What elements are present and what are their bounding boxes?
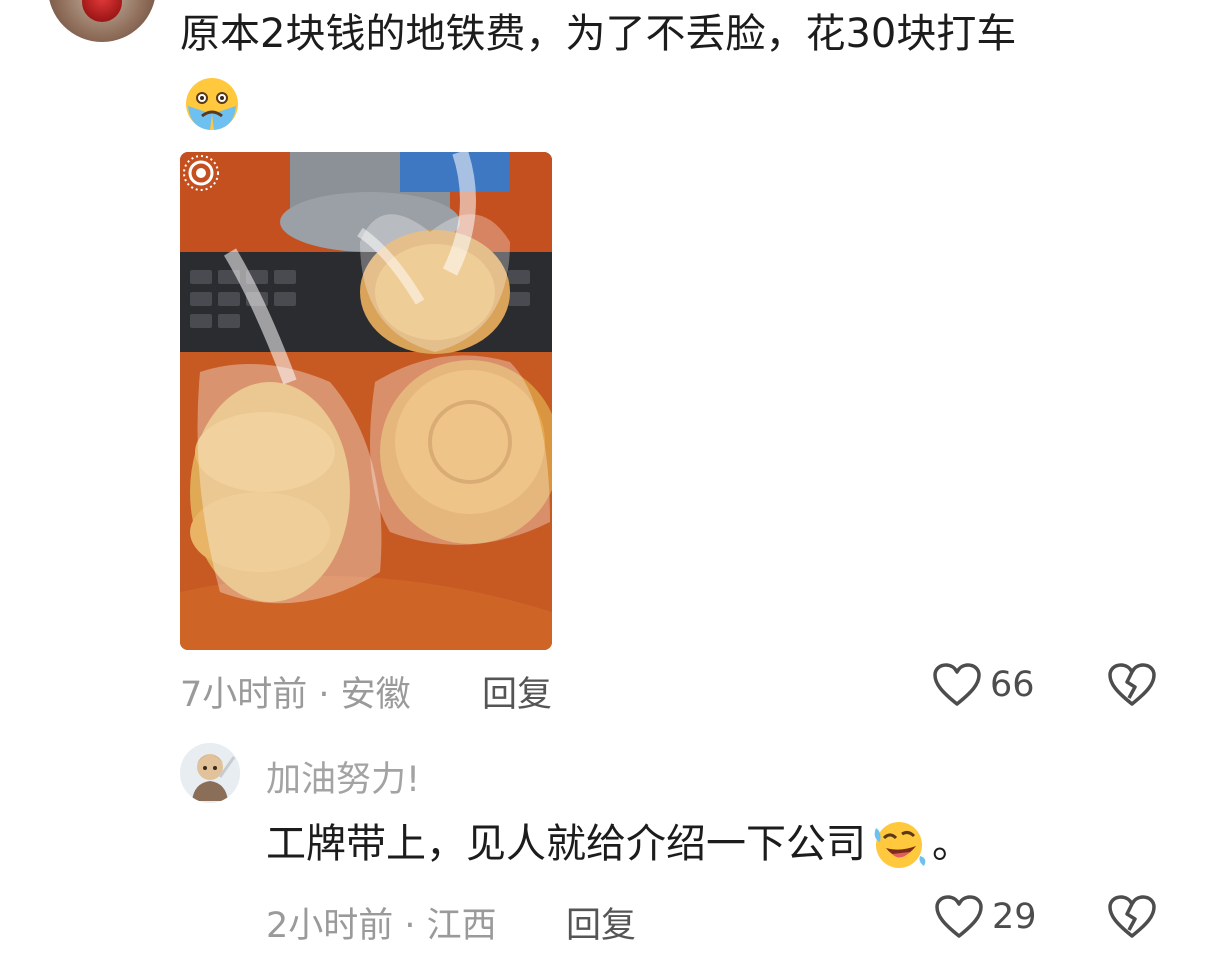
heart-icon [933, 663, 981, 706]
reply-avatar[interactable] [180, 743, 240, 803]
comment-meta: 7小时前 · 安徽 [180, 675, 411, 715]
comment-thread: 原本2块钱的地铁费，为了不丢脸，花30块打车 7小时前 · 安徽 回复 66 加… [0, 0, 1206, 953]
crying-face-emoji [186, 78, 238, 130]
attached-photo[interactable] [180, 152, 552, 650]
avatar-image [180, 743, 240, 803]
broken-heart-icon [1108, 895, 1156, 938]
live-photo-icon[interactable] [180, 152, 222, 194]
like-button[interactable]: 66 [932, 662, 1035, 708]
reply-like-count: 29 [992, 897, 1037, 937]
reply-reply-button[interactable]: 回复 [566, 897, 636, 948]
reply-username[interactable]: 加油努力! [266, 751, 420, 802]
comment-text: 原本2块钱的地铁费，为了不丢脸，花30块打车 [180, 11, 1017, 57]
mooncakes-image [180, 152, 552, 650]
heart-icon [935, 895, 983, 938]
reply-suffix: 。 [932, 821, 972, 867]
reply-text: 工牌带上，见人就给介绍一下公司 [266, 821, 866, 867]
broken-heart-icon [1108, 663, 1156, 706]
reply-dislike-button[interactable] [1107, 894, 1157, 944]
commenter-avatar[interactable] [48, 0, 156, 42]
rolling-laughing-emoji [874, 822, 926, 868]
reply-like-button[interactable]: 29 [934, 894, 1037, 940]
like-count: 66 [990, 665, 1035, 705]
reply-meta: 2小时前 · 江西 [266, 906, 497, 946]
avatar-figure [82, 0, 122, 22]
dislike-button[interactable] [1107, 662, 1157, 712]
reply-button[interactable]: 回复 [482, 666, 552, 717]
reply-text-line: 工牌带上，见人就给介绍一下公司 。 [266, 818, 972, 870]
